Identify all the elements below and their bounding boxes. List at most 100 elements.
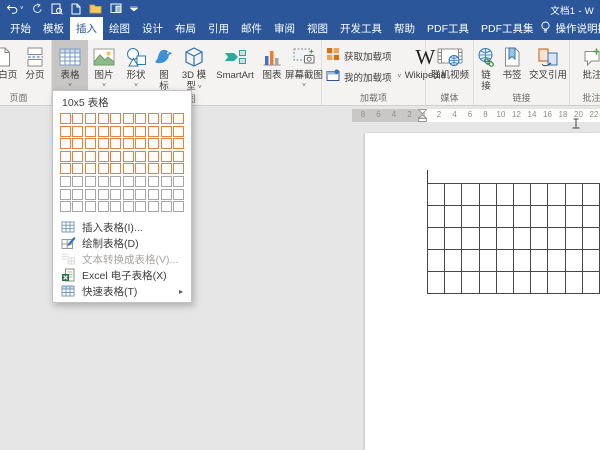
tab-插入[interactable]: 插入: [70, 17, 103, 40]
grid-cell-6x6[interactable]: [122, 175, 134, 187]
grid-cell-8x1[interactable]: [147, 113, 159, 124]
grid-cell-7x3[interactable]: [135, 138, 147, 150]
grid-cell-7x5[interactable]: [135, 163, 147, 175]
grid-cell-9x4[interactable]: [160, 150, 172, 162]
ribbon-button-图标[interactable]: 图标: [152, 40, 176, 93]
touch-mode-icon[interactable]: [110, 3, 122, 14]
menu-item-Excel 电子表格[interactable]: Excel 电子表格(X): [53, 267, 191, 283]
grid-cell-10x2[interactable]: [173, 125, 185, 137]
table-cell[interactable]: [495, 205, 514, 228]
grid-cell-6x8[interactable]: [122, 201, 134, 213]
table-cell[interactable]: [530, 183, 549, 206]
ribbon-button-SmartArt[interactable]: SmartArt: [212, 40, 258, 93]
table-cell[interactable]: [581, 183, 600, 206]
grid-cell-1x2[interactable]: [59, 125, 71, 137]
grid-cell-9x5[interactable]: [160, 163, 172, 175]
tab-绘图[interactable]: 绘图: [103, 17, 136, 40]
document-page[interactable]: [365, 133, 600, 450]
tab-审阅[interactable]: 审阅: [268, 17, 301, 40]
table-cell[interactable]: [461, 227, 480, 250]
tab-PDF工具集[interactable]: PDF工具集: [475, 17, 540, 40]
grid-cell-5x7[interactable]: [110, 188, 122, 200]
grid-cell-7x1[interactable]: [135, 113, 147, 124]
table-cell[interactable]: [444, 227, 463, 250]
table-cell[interactable]: [426, 205, 446, 228]
menu-item-快速表格[interactable]: 快速表格(T) ▸: [53, 283, 191, 299]
grid-cell-5x4[interactable]: [110, 150, 122, 162]
undo-icon[interactable]: ˅: [6, 4, 24, 14]
grid-cell-10x6[interactable]: [173, 175, 185, 187]
tab-模板[interactable]: 模板: [37, 17, 70, 40]
table-cell[interactable]: [478, 183, 497, 206]
table-cell[interactable]: [530, 271, 549, 294]
grid-cell-5x2[interactable]: [110, 125, 122, 137]
grid-cell-7x4[interactable]: [135, 150, 147, 162]
ribbon-button-获取加载项[interactable]: 获取加载项: [326, 47, 401, 64]
grid-cell-6x4[interactable]: [122, 150, 134, 162]
table-cell[interactable]: [530, 227, 549, 250]
ribbon-button-批注[interactable]: 批注: [570, 40, 600, 92]
ribbon-button-空白页[interactable]: 空白页: [0, 40, 20, 92]
table-cell[interactable]: [547, 183, 566, 206]
tab-布局[interactable]: 布局: [169, 17, 202, 40]
grid-cell-6x3[interactable]: [122, 138, 134, 150]
table-cell[interactable]: [564, 205, 583, 228]
table-cell[interactable]: [547, 205, 566, 228]
grid-cell-1x1[interactable]: [59, 113, 71, 124]
table-cell[interactable]: [461, 249, 480, 272]
grid-cell-5x5[interactable]: [110, 163, 122, 175]
grid-cell-4x4[interactable]: [97, 150, 109, 162]
grid-cell-10x4[interactable]: [173, 150, 185, 162]
grid-cell-8x7[interactable]: [147, 188, 159, 200]
table-cell[interactable]: [512, 249, 532, 272]
horizontal-ruler[interactable]: 8 6 4 2 2 4 6 8 10 12 14 16 18 20 22: [352, 109, 600, 122]
table-cell[interactable]: [444, 249, 463, 272]
ribbon-button-屏幕截图[interactable]: 屏幕截图 ˅: [285, 40, 323, 93]
table-cell[interactable]: [581, 205, 600, 228]
grid-cell-8x3[interactable]: [147, 138, 159, 150]
table-cell[interactable]: [495, 249, 514, 272]
ribbon-button-联机视频[interactable]: 联机视频: [426, 40, 474, 92]
grid-cell-3x6[interactable]: [85, 175, 97, 187]
grid-cell-3x5[interactable]: [85, 163, 97, 175]
grid-cell-3x2[interactable]: [85, 125, 97, 137]
grid-cell-7x6[interactable]: [135, 175, 147, 187]
new-document-icon[interactable]: [71, 3, 81, 15]
grid-cell-2x3[interactable]: [72, 138, 84, 150]
grid-cell-2x2[interactable]: [72, 125, 84, 137]
grid-cell-10x3[interactable]: [173, 138, 185, 150]
grid-cell-3x7[interactable]: [85, 188, 97, 200]
grid-cell-3x1[interactable]: [85, 113, 97, 124]
ribbon-button-3D 模型[interactable]: 3D 模型 ˅: [176, 40, 212, 93]
grid-cell-9x6[interactable]: [160, 175, 172, 187]
indent-markers[interactable]: [417, 109, 428, 127]
grid-cell-1x3[interactable]: [59, 138, 71, 150]
grid-cell-5x6[interactable]: [110, 175, 122, 187]
grid-cell-7x7[interactable]: [135, 188, 147, 200]
table-cell[interactable]: [495, 227, 514, 250]
table-cell[interactable]: [461, 271, 480, 294]
grid-cell-1x8[interactable]: [59, 201, 71, 213]
grid-cell-3x3[interactable]: [85, 138, 97, 150]
table-cell[interactable]: [581, 249, 600, 272]
table-cell[interactable]: [512, 205, 532, 228]
tab-视图[interactable]: 视图: [301, 17, 334, 40]
table-cell[interactable]: [547, 249, 566, 272]
ribbon-button-形状[interactable]: 形状 ˅: [120, 40, 152, 93]
table-cell[interactable]: [547, 271, 566, 294]
table-cell[interactable]: [426, 183, 446, 206]
grid-cell-6x1[interactable]: [122, 113, 134, 124]
grid-cell-8x8[interactable]: [147, 201, 159, 213]
table-cell[interactable]: [426, 227, 446, 250]
grid-cell-9x8[interactable]: [160, 201, 172, 213]
grid-cell-10x8[interactable]: [173, 201, 185, 213]
grid-cell-3x4[interactable]: [85, 150, 97, 162]
grid-cell-10x5[interactable]: [173, 163, 185, 175]
grid-cell-9x3[interactable]: [160, 138, 172, 150]
grid-cell-5x3[interactable]: [110, 138, 122, 150]
grid-cell-2x7[interactable]: [72, 188, 84, 200]
grid-cell-8x5[interactable]: [147, 163, 159, 175]
grid-cell-5x1[interactable]: [110, 113, 122, 124]
ribbon-button-交叉引用[interactable]: 交叉引用: [526, 40, 570, 92]
ribbon-button-分页[interactable]: 分页: [20, 40, 50, 92]
